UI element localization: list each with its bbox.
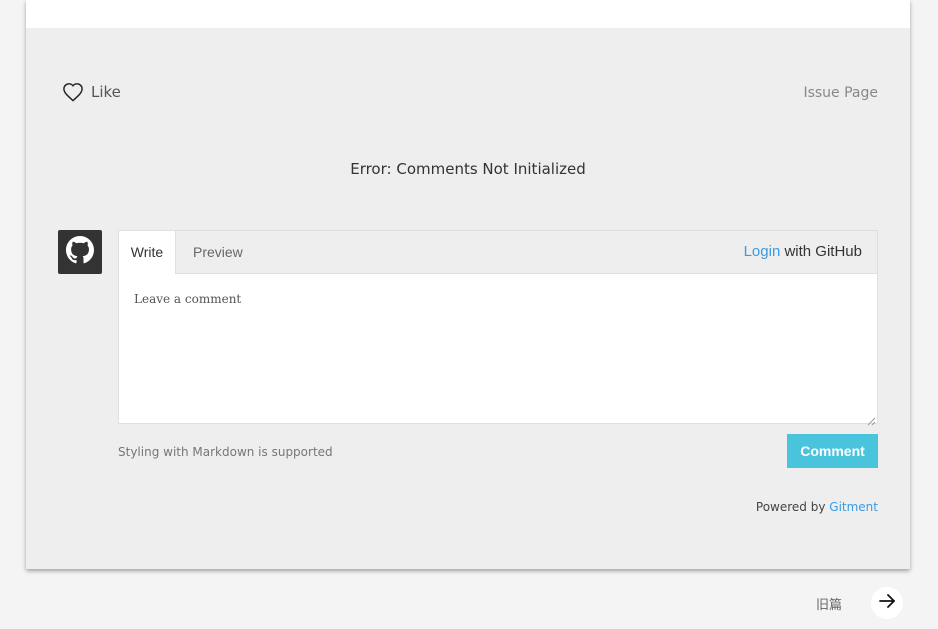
github-icon xyxy=(66,235,94,269)
login-link[interactable]: Login xyxy=(744,243,781,260)
arrow-right-icon xyxy=(877,591,897,616)
comments-card: Like Issue Page Error: Comments Not Init… xyxy=(26,0,910,569)
older-post-button[interactable] xyxy=(871,587,903,619)
resize-handle-icon[interactable] xyxy=(867,413,876,426)
tab-preview[interactable]: Preview xyxy=(193,231,243,273)
tab-write[interactable]: Write xyxy=(119,231,176,274)
card-top-strip xyxy=(26,0,910,28)
editor-header: Write Preview Login with GitHub xyxy=(119,231,877,274)
gitment-link[interactable]: Gitment xyxy=(829,500,878,514)
avatar[interactable] xyxy=(58,230,102,274)
powered-by: Powered by Gitment xyxy=(756,500,878,514)
heart-outline-icon xyxy=(62,82,84,102)
older-post-label[interactable]: 旧篇 xyxy=(816,594,842,613)
issue-page-link[interactable]: Issue Page xyxy=(803,85,878,101)
login-area: Login with GitHub xyxy=(744,231,862,273)
powered-prefix: Powered by xyxy=(755,500,830,514)
error-message: Error: Comments Not Initialized xyxy=(350,160,586,178)
markdown-note: Styling with Markdown is supported xyxy=(118,445,333,459)
comment-editor: Write Preview Login with GitHub xyxy=(118,230,878,426)
like-label: Like xyxy=(91,83,121,101)
comment-button[interactable]: Comment xyxy=(787,434,878,468)
comment-textarea[interactable] xyxy=(119,274,877,423)
login-suffix: with GitHub xyxy=(780,243,862,260)
like-button[interactable]: Like xyxy=(62,82,121,102)
